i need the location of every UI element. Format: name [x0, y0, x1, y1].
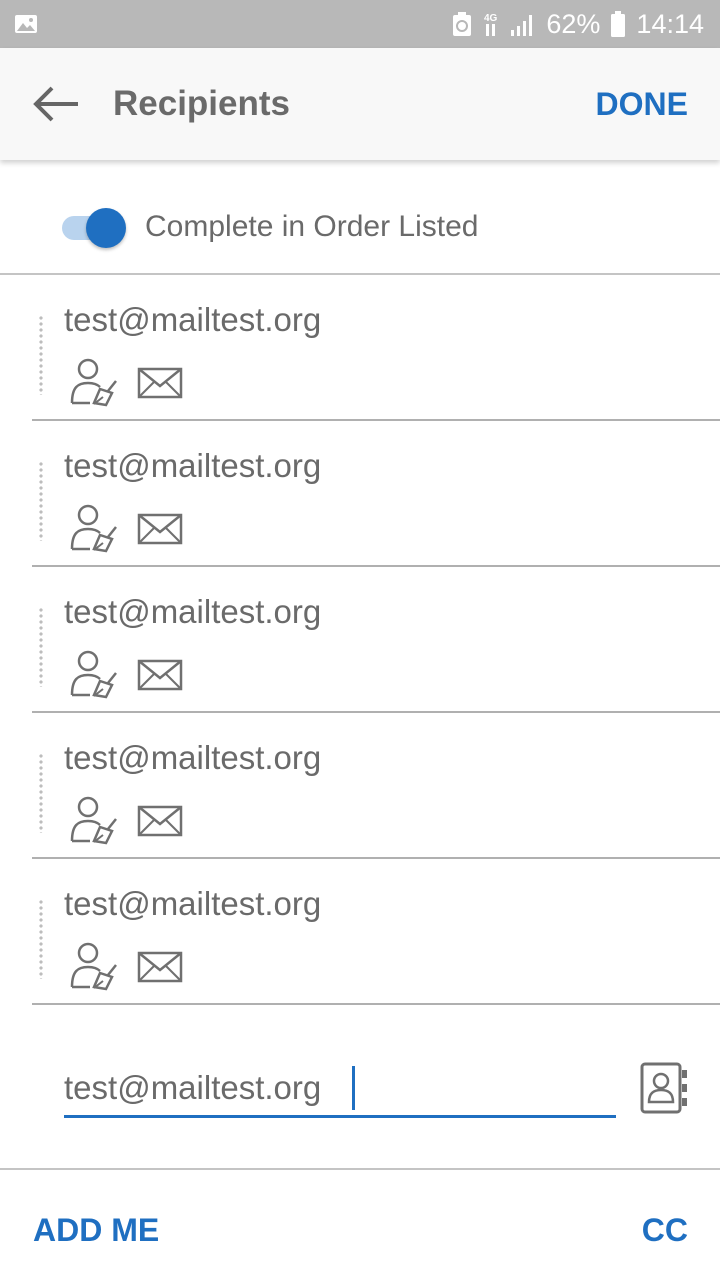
drag-handle[interactable]: [39, 461, 43, 541]
svg-text:4G: 4G: [484, 13, 498, 24]
email-delivery-icon[interactable]: [137, 805, 183, 837]
text-cursor: [352, 1066, 355, 1110]
signer-icon[interactable]: [68, 941, 120, 991]
bottom-action-bar: ADD ME CC: [0, 1168, 720, 1280]
status-icons: 4G 62% 14:14: [452, 0, 704, 48]
recipient-row[interactable]: test@mailtest.org: [32, 275, 720, 421]
email-delivery-icon[interactable]: [137, 367, 183, 399]
email-delivery-icon[interactable]: [137, 513, 183, 545]
status-bar: 4G 62% 14:14: [0, 0, 720, 48]
recipient-email-input[interactable]: [64, 1060, 616, 1116]
signer-icon[interactable]: [68, 795, 120, 845]
email-delivery-icon[interactable]: [137, 659, 183, 691]
network-4g-icon: 4G: [484, 13, 498, 36]
new-recipient-field: [64, 1060, 616, 1118]
signer-icon[interactable]: [68, 357, 120, 407]
gallery-icon: [15, 15, 37, 33]
page-title: Recipients: [113, 84, 290, 123]
app-bar: Recipients DONE: [0, 48, 720, 160]
recipient-row[interactable]: test@mailtest.org: [32, 421, 720, 567]
email-delivery-icon[interactable]: [137, 951, 183, 983]
drag-handle[interactable]: [39, 607, 43, 687]
recipient-email: test@mailtest.org: [64, 447, 322, 484]
recycle-notification-icon: [453, 12, 472, 36]
signer-icon[interactable]: [68, 649, 120, 699]
battery-icon: [611, 11, 626, 37]
recipient-row[interactable]: test@mailtest.org: [32, 567, 720, 713]
recipient-list: test@mailtest.org test@mailtest.org test…: [0, 275, 720, 1005]
add-me-button[interactable]: ADD ME: [33, 1212, 159, 1249]
recipient-email: test@mailtest.org: [64, 593, 322, 630]
order-setting-row: Complete in Order Listed: [0, 160, 720, 275]
recipient-row[interactable]: test@mailtest.org: [32, 713, 720, 859]
toggle-thumb: [86, 208, 126, 248]
recipient-email: test@mailtest.org: [64, 739, 322, 776]
signer-icon[interactable]: [68, 503, 120, 553]
drag-handle[interactable]: [39, 899, 43, 979]
clock: 14:14: [636, 8, 704, 39]
signal-icon: [511, 15, 533, 36]
back-arrow-icon[interactable]: [30, 84, 82, 124]
done-button[interactable]: DONE: [596, 86, 688, 123]
complete-in-order-label: Complete in Order Listed: [145, 210, 479, 243]
contacts-book-icon[interactable]: [639, 1062, 689, 1114]
cc-button[interactable]: CC: [642, 1212, 688, 1249]
recipient-email: test@mailtest.org: [64, 301, 322, 338]
recipient-email: test@mailtest.org: [64, 885, 322, 922]
drag-handle[interactable]: [39, 753, 43, 833]
complete-in-order-toggle[interactable]: [62, 208, 128, 248]
recipient-row[interactable]: test@mailtest.org: [32, 859, 720, 1005]
battery-percent: 62%: [546, 8, 601, 39]
drag-handle[interactable]: [39, 315, 43, 395]
